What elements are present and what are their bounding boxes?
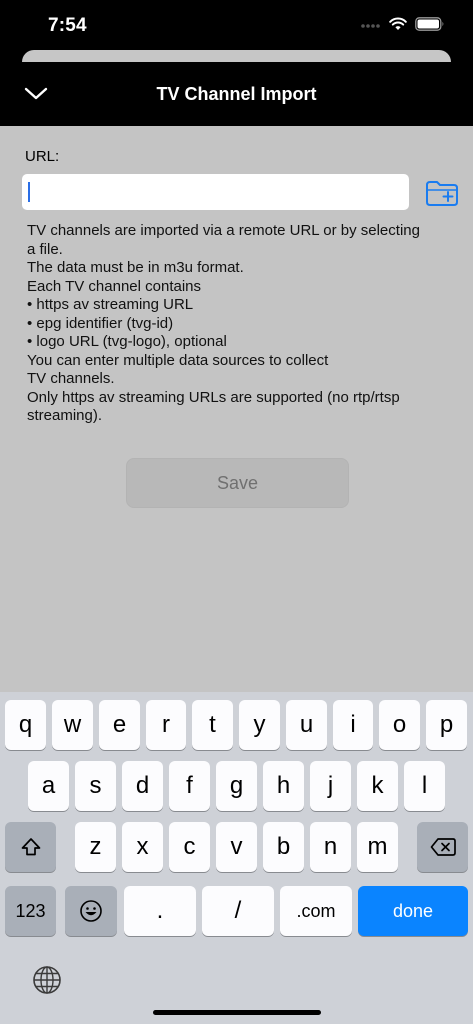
info-line: • https av streaming URL [27,296,194,313]
save-button[interactable]: Save [126,458,349,508]
key-dot[interactable]: . [124,886,196,936]
info-line: Each TV channel contains [27,277,202,295]
backspace-icon [430,838,456,856]
info-line: streaming). [27,407,103,424]
key-q[interactable]: q [5,700,46,750]
key-c[interactable]: c [169,822,210,872]
key-d[interactable]: d [122,761,163,811]
key-m[interactable]: m [357,822,398,872]
key-n[interactable]: n [310,822,351,872]
key-y[interactable]: y [239,700,280,750]
shift-key[interactable] [5,822,56,872]
emoji-key[interactable] [65,886,117,936]
key-u[interactable]: u [286,700,327,750]
status-bar: 7:54 [0,0,473,52]
key-p[interactable]: p [426,700,467,750]
key-g[interactable]: g [216,761,257,811]
info-line: TV channels. [27,370,115,387]
numbers-key[interactable]: 123 [5,886,56,936]
url-label: URL: [25,148,60,165]
key-t[interactable]: t [192,700,233,750]
key-j[interactable]: j [310,761,351,811]
folder-add-icon[interactable] [425,179,459,207]
key-h[interactable]: h [263,761,304,811]
import-instructions: TV channels are imported via a remote UR… [27,222,457,426]
info-line: Only https av streaming URLs are support… [27,388,400,406]
key-f[interactable]: f [169,761,210,811]
key-w[interactable]: w [52,700,93,750]
key-k[interactable]: k [357,761,398,811]
key-r[interactable]: r [146,700,186,750]
key-o[interactable]: o [379,700,420,750]
key-i[interactable]: i [333,700,373,750]
key-s[interactable]: s [75,761,116,811]
signal-icon [361,18,381,36]
status-icons [361,17,445,36]
page-title: TV Channel Import [156,84,317,104]
key-a[interactable]: a [28,761,69,811]
navigation-bar: TV Channel Import [0,62,473,126]
info-line: • logo URL (tvg-logo), optional [27,333,227,350]
shift-icon [21,838,40,856]
emoji-icon [80,900,102,922]
key-dotcom[interactable]: .com [280,886,352,936]
info-line: TV channels are imported via a remote UR… [27,222,420,239]
globe-icon[interactable] [31,964,63,996]
keyboard: q w e r t y u i o p a s d f g h j k l z … [0,692,473,1024]
key-l[interactable]: l [404,761,445,811]
info-line: The data must be in m3u format. [27,259,244,276]
done-key[interactable]: done [358,886,468,936]
url-input[interactable] [22,174,409,210]
key-slash[interactable]: / [202,886,274,936]
info-line: • epg identifier (tvg-id) [27,314,174,332]
wifi-icon [389,17,407,36]
info-line: a file. [27,240,63,258]
backspace-key[interactable] [417,822,468,872]
home-indicator [153,1010,321,1015]
key-b[interactable]: b [263,822,304,872]
import-form: URL: TV channels are imported via a remo… [0,126,473,692]
info-line: You can enter multiple data sources to c… [27,351,329,369]
key-z[interactable]: z [75,822,116,872]
key-e[interactable]: e [99,700,140,750]
status-time: 7:54 [48,15,87,36]
battery-icon [415,17,445,36]
text-cursor [28,182,30,202]
key-x[interactable]: x [122,822,163,872]
key-v[interactable]: v [216,822,257,872]
